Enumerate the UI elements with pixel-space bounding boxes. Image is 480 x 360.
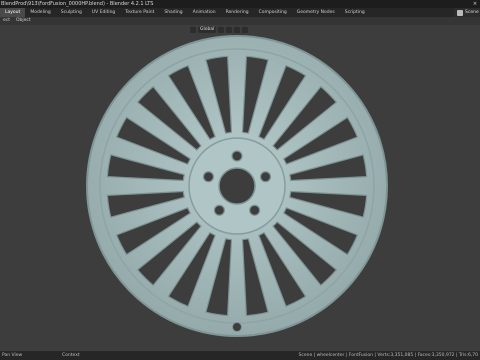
tab-uv-editing[interactable]: UV Editing [87,8,120,17]
tab-scripting[interactable]: Scripting [340,8,370,17]
valve-hole [232,322,242,332]
transform-orientation-dropdown[interactable]: Global [198,27,217,33]
window-title: BlendProd\913\FordFusion_0000HP.blend) -… [1,1,154,7]
center-bore [218,167,256,205]
lug-hole [249,204,261,216]
orientation-icon [190,27,196,33]
pivot-icon[interactable] [218,27,225,33]
lug-hole [259,171,272,183]
snap-icon[interactable] [226,27,233,33]
3d-viewport[interactable]: Global [0,25,480,351]
tab-rendering[interactable]: Rendering [221,8,254,17]
tab-geometry-nodes[interactable]: Geometry Nodes [292,8,340,17]
status-center: Context [62,353,80,358]
viewport-tools: Global [190,27,249,33]
title-bar: BlendProd\913\FordFusion_0000HP.blend) -… [0,0,480,8]
lug-hole [202,171,215,183]
grid-icon[interactable] [242,27,249,33]
status-left: Pan View [2,353,23,358]
scene-label: Scene [465,10,479,15]
lug-hole [231,150,243,162]
close-window-button[interactable]: × [470,0,480,8]
tab-modeling[interactable]: Modeling [25,8,55,17]
tab-layout[interactable]: Layout [0,8,26,17]
menu-select[interactable]: ect [0,17,13,25]
tab-texture-paint[interactable]: Texture Paint [120,8,159,17]
tab-animation[interactable]: Animation [188,8,221,17]
scene-selector[interactable]: Scene [454,8,480,17]
status-stats: Scene | wheelcenter | FordFusion | Verts… [298,353,479,358]
menu-object[interactable]: Object [13,17,34,25]
lug-hole [213,204,225,216]
tab-sculpting[interactable]: Sculpting [56,8,87,17]
wheel-model [86,35,388,337]
proportional-edit-icon[interactable] [234,27,241,33]
tab-shading[interactable]: Shading [159,8,187,17]
scene-icon [457,9,463,16]
tab-compositing[interactable]: Compositing [254,8,292,17]
workspace-tabs: Layout Modeling Sculpting UV Editing Texture… [0,8,480,17]
viewport-header: ect Object [0,17,480,25]
status-bar: Pan View Context Scene | wheelcenter | F… [0,351,480,360]
